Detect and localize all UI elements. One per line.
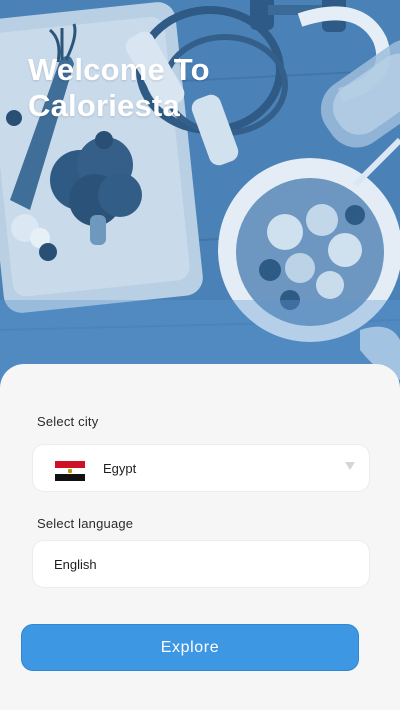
welcome-title-line1: Welcome To xyxy=(28,52,210,87)
explore-button[interactable]: Explore xyxy=(21,624,359,671)
bottom-sheet: Select city Egypt Select language Englis… xyxy=(0,364,400,710)
city-select[interactable]: Egypt xyxy=(32,444,370,492)
egypt-flag-icon xyxy=(55,461,85,482)
language-select[interactable]: English xyxy=(32,540,370,588)
language-label: Select language xyxy=(37,516,134,531)
city-value: Egypt xyxy=(103,461,137,476)
hero-image: Welcome To Caloriesta xyxy=(0,0,400,420)
language-value: English xyxy=(54,557,97,572)
city-label: Select city xyxy=(37,414,99,429)
welcome-title: Welcome To Caloriesta xyxy=(28,52,328,124)
welcome-title-line2: Caloriesta xyxy=(28,88,180,123)
chevron-down-icon xyxy=(345,462,355,470)
